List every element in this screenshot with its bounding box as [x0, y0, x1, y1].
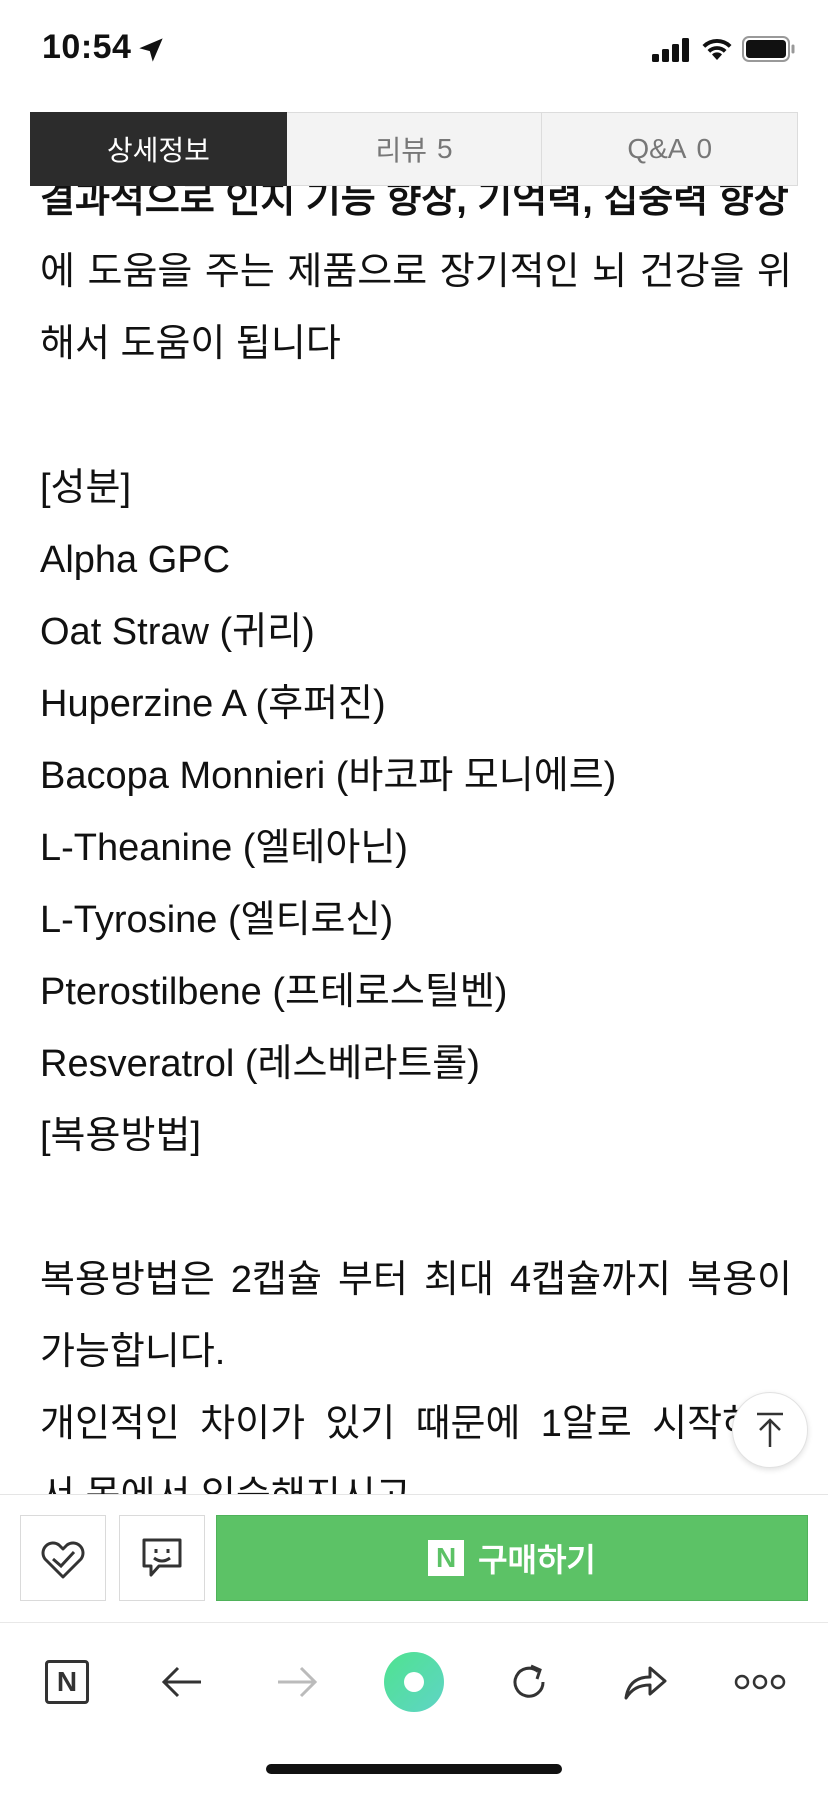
- ingredient-item: Alpha GPC: [40, 539, 231, 581]
- naver-pay-logo-icon: N: [428, 1540, 465, 1576]
- wifi-icon: [702, 38, 732, 60]
- green-dot-icon: [384, 1652, 444, 1712]
- tab-detail-info[interactable]: 상세정보: [30, 112, 287, 186]
- tab-reviews-count: 5: [436, 133, 453, 164]
- share-arrow-icon: [624, 1666, 667, 1700]
- share-button[interactable]: [610, 1647, 680, 1717]
- tab-qna[interactable]: Q&A 0: [542, 112, 799, 186]
- product-detail-content[interactable]: 결과적으로 인지 기능 향상, 기억력, 집중력 향상 에 도움을 주는 제품으…: [0, 186, 828, 1494]
- buy-button-label: 구매하기: [478, 1542, 596, 1578]
- content-cut-line: 결과적으로 인지 기능 향상, 기억력, 집중력 향상: [40, 186, 789, 221]
- forward-button[interactable]: [262, 1647, 332, 1717]
- home-indicator: [266, 1764, 562, 1774]
- more-menu-button[interactable]: [725, 1647, 795, 1717]
- arrow-left-icon: [161, 1666, 201, 1698]
- usage-line-2: 가능합니다.: [40, 1331, 226, 1373]
- ingredient-item: Bacopa Monnieri (바코파 모니에르): [40, 755, 617, 797]
- usage-line-3: 개인적인 차이가 있기 때문에 1알로 시작하시: [40, 1403, 792, 1445]
- ingredient-item: L-Theanine (엘테아닌): [40, 827, 408, 869]
- chat-bubble-icon: [142, 1538, 182, 1577]
- naver-home-button[interactable]: N: [32, 1647, 102, 1717]
- tab-detail-info-label: 상세정보: [106, 135, 210, 166]
- buy-button[interactable]: N 구매하기: [216, 1515, 808, 1601]
- battery-icon: [742, 36, 795, 62]
- cellular-signal-icon: [652, 38, 689, 62]
- usage-line-4: 서 몸에서 익숙해지시고: [40, 1460, 792, 1494]
- usage-line-1: 복용방법은 2캡슐 부터 최대 4캡슐까지 복용이: [40, 1259, 792, 1301]
- naver-logo-icon: N: [45, 1660, 89, 1704]
- more-dots-icon: [734, 1674, 786, 1690]
- ingredients-heading: [성분]: [40, 467, 132, 509]
- arrow-right-icon: [278, 1666, 318, 1698]
- refresh-icon: [513, 1664, 545, 1698]
- tab-qna-label: Q&A: [627, 133, 687, 164]
- product-tabs: 상세정보 리뷰 5 Q&A 0: [30, 112, 799, 186]
- ingredient-item: Pterostilbene (프테로스틸벤): [40, 971, 508, 1013]
- ingredient-item: Resveratrol (레스베라트롤): [40, 1043, 480, 1085]
- tab-reviews-label: 리뷰: [375, 135, 427, 166]
- status-time: 10:54: [42, 28, 132, 66]
- green-dot-button[interactable]: [379, 1647, 449, 1717]
- tab-reviews[interactable]: 리뷰 5: [286, 112, 543, 186]
- talk-talk-button[interactable]: [119, 1515, 205, 1601]
- scroll-to-top-button[interactable]: [732, 1392, 808, 1468]
- heart-check-icon: [41, 1541, 85, 1579]
- ingredient-item: Oat Straw (귀리): [40, 611, 315, 653]
- intro-line-2: 해서 도움이 됩니다: [40, 323, 341, 365]
- arrow-up-icon: [757, 1412, 783, 1447]
- purchase-bar: N 구매하기: [0, 1494, 828, 1623]
- naver-logo-mark: N: [56, 1666, 78, 1697]
- refresh-button[interactable]: [494, 1647, 564, 1717]
- intro-line-1: 에 도움을 주는 제품으로 장기적인 뇌 건강을 위: [40, 251, 792, 293]
- usage-heading: [복용방법]: [40, 1115, 201, 1157]
- ingredient-item: Huperzine A (후퍼진): [40, 683, 386, 725]
- status-bar: 10:54: [0, 0, 828, 100]
- ingredient-item: L-Tyrosine (엘티로신): [40, 899, 394, 941]
- wishlist-button[interactable]: [20, 1515, 106, 1601]
- tab-qna-count: 0: [696, 133, 713, 164]
- back-button[interactable]: [147, 1647, 217, 1717]
- location-arrow-icon: [139, 38, 163, 62]
